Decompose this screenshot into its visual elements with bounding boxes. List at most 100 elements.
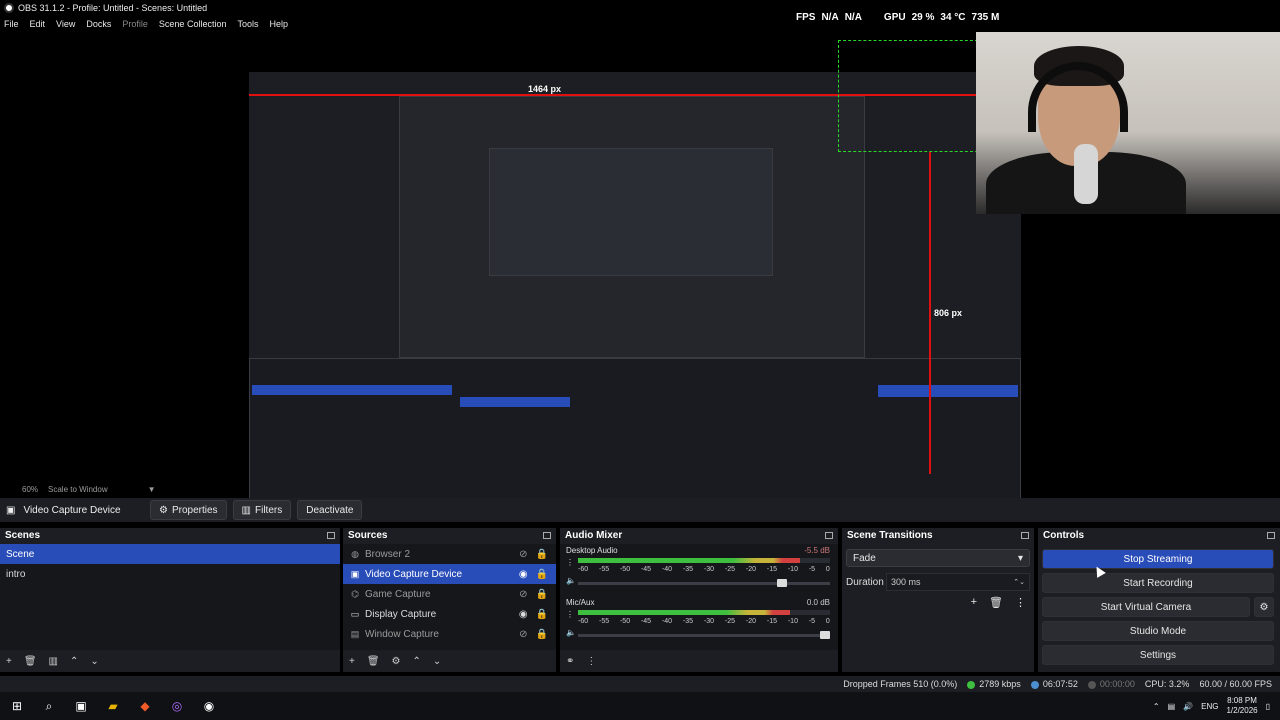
menu-docks[interactable]: Docks (86, 19, 111, 29)
chevron-down-icon[interactable]: ⌄ (433, 656, 441, 667)
task-view-icon[interactable]: ▣ (72, 697, 90, 715)
meter-tick: -35 (682, 566, 694, 573)
stop-streaming-button[interactable]: Stop Streaming (1042, 549, 1274, 569)
kebab-menu-icon[interactable]: ⋮ (1015, 596, 1026, 609)
lock-icon[interactable]: 🔒 (536, 589, 548, 600)
studio-mode-button[interactable]: Studio Mode (1042, 621, 1274, 641)
source-item[interactable]: ▤ Window Capture ⊘ 🔒 (343, 624, 556, 644)
stepper-icon[interactable]: ⌃⌄ (1013, 578, 1025, 586)
volume-icon[interactable]: 🔊 (1183, 702, 1193, 711)
eye-hidden-icon[interactable]: ⊘ (519, 589, 527, 600)
undock-icon[interactable] (327, 531, 335, 539)
fps-status: 60.00 / 60.00 FPS (1199, 679, 1272, 689)
menu-file[interactable]: File (4, 19, 19, 29)
lock-icon[interactable]: 🔒 (536, 569, 548, 580)
source-item[interactable]: ▣ Video Capture Device ◉ 🔒 (343, 564, 556, 584)
speaker-icon[interactable]: 🔈 (566, 576, 576, 585)
add-icon[interactable]: + (971, 596, 977, 609)
folder-icon[interactable]: ▰ (104, 697, 122, 715)
scene-item[interactable]: intro (0, 564, 340, 584)
source-item[interactable]: ▭ Display Capture ◉ 🔒 (343, 604, 556, 624)
chevron-up-icon[interactable]: ⌃ (1153, 702, 1160, 711)
virtual-camera-settings-button[interactable]: ⚙ (1254, 597, 1274, 617)
volume-slider[interactable] (578, 579, 830, 587)
windows-start-icon[interactable]: ⊞ (8, 697, 26, 715)
lock-icon[interactable]: 🔒 (536, 609, 548, 620)
chevron-up-icon[interactable]: ⌃ (70, 656, 78, 667)
lock-icon[interactable]: 🔒 (536, 549, 548, 560)
menu-profile[interactable]: Profile (122, 19, 148, 29)
notification-icon[interactable]: ▯ (1266, 702, 1270, 711)
obs-icon[interactable]: ◉ (200, 697, 218, 715)
audio-mixer-title: Audio Mixer (565, 529, 623, 541)
scene-transitions-dock: Scene Transitions Fade ▾ Duration 300 ms… (842, 528, 1034, 672)
add-icon[interactable]: + (6, 656, 12, 667)
menu-scene-collection[interactable]: Scene Collection (159, 19, 227, 29)
trash-icon[interactable]: 🗑 (24, 656, 37, 667)
scale-dropdown-icon[interactable]: ▼ (148, 485, 156, 494)
meter-tick: -10 (787, 566, 798, 573)
meter-tick: -15 (766, 566, 777, 573)
scene-item[interactable]: Scene (0, 544, 340, 564)
kebab-menu-icon[interactable]: ⋮ (566, 610, 574, 619)
taskbar: ⊞ ⌕ ▣ ▰ ◆ ◎ ◉ ⌃ ▤ 🔊 ENG 8:08 PM 1/2/2026… (0, 692, 1280, 720)
eye-hidden-icon[interactable]: ⊘ (519, 549, 527, 560)
properties-button[interactable]: ⚙ Properties (150, 500, 227, 520)
gear-icon[interactable]: ⚙ (392, 656, 401, 667)
undock-icon[interactable] (543, 531, 551, 539)
menu-edit[interactable]: Edit (30, 19, 46, 29)
clock[interactable]: 8:08 PM 1/2/2026 (1226, 696, 1257, 716)
source-context-bar: ▣ Video Capture Device ⚙ Properties ▥ Fi… (0, 498, 1280, 522)
meter-tick: -50 (619, 566, 631, 573)
eye-icon[interactable]: ◉ (519, 569, 528, 580)
scale-mode[interactable]: Scale to Window (48, 485, 108, 494)
meter-tick: -15 (766, 618, 777, 625)
volume-slider[interactable] (578, 631, 830, 639)
discord-icon[interactable]: ◎ (168, 697, 186, 715)
zoom-level: 60% (22, 484, 39, 494)
lock-icon[interactable]: 🔒 (536, 629, 548, 640)
kebab-menu-icon[interactable]: ⋮ (566, 558, 574, 567)
preview-area[interactable]: 1464 px 806 px (0, 32, 1280, 508)
meter-tick: -5 (808, 618, 816, 625)
eye-hidden-icon[interactable]: ⊘ (519, 629, 527, 640)
speaker-icon[interactable]: 🔈 (566, 628, 576, 637)
settings-button[interactable]: Settings (1042, 645, 1274, 665)
undock-icon[interactable] (825, 531, 833, 539)
source-item[interactable]: ◍ Browser 2 ⊘ 🔒 (343, 544, 556, 564)
link-icon[interactable]: ⚭ (566, 656, 574, 667)
kebab-menu-icon[interactable]: ⋮ (586, 656, 596, 667)
menu-help[interactable]: Help (269, 19, 288, 29)
deactivate-button[interactable]: Deactivate (297, 500, 363, 520)
start-recording-button[interactable]: Start Recording (1042, 573, 1274, 593)
meter-tick: -5 (808, 566, 816, 573)
menu-tools[interactable]: Tools (237, 19, 258, 29)
menu-view[interactable]: View (56, 19, 75, 29)
source-item[interactable]: ⌬ Game Capture ⊘ 🔒 (343, 584, 556, 604)
chevron-down-icon[interactable]: ⌄ (90, 656, 98, 667)
filters-button[interactable]: ▥ Filters (232, 500, 292, 520)
meter-tick: -20 (745, 566, 756, 573)
camera-icon: ▣ (350, 568, 360, 579)
eye-icon[interactable]: ◉ (519, 609, 528, 620)
brave-icon[interactable]: ◆ (136, 697, 154, 715)
lang-indicator[interactable]: ENG (1201, 702, 1218, 711)
fps-label: FPS (796, 12, 816, 23)
search-icon[interactable]: ⌕ (40, 697, 58, 715)
transition-select[interactable]: Fade ▾ (846, 549, 1030, 567)
selection-box[interactable] (838, 40, 978, 152)
meter-tick: 0 (825, 566, 830, 573)
duration-input[interactable]: 300 ms ⌃⌄ (886, 573, 1030, 591)
undock-icon[interactable] (1267, 531, 1275, 539)
stream-icon (1030, 680, 1039, 689)
volume-knob[interactable] (777, 579, 788, 587)
network-icon[interactable]: ▤ (1168, 702, 1176, 711)
filter-icon[interactable]: ▥ (49, 656, 58, 667)
undock-icon[interactable] (1021, 531, 1029, 539)
volume-knob[interactable] (820, 631, 830, 639)
chevron-up-icon[interactable]: ⌃ (413, 656, 421, 667)
trash-icon[interactable]: 🗑 (367, 656, 380, 667)
start-virtual-camera-button[interactable]: Start Virtual Camera (1042, 597, 1250, 617)
trash-icon[interactable]: 🗑 (989, 596, 1003, 609)
add-icon[interactable]: + (349, 656, 355, 667)
